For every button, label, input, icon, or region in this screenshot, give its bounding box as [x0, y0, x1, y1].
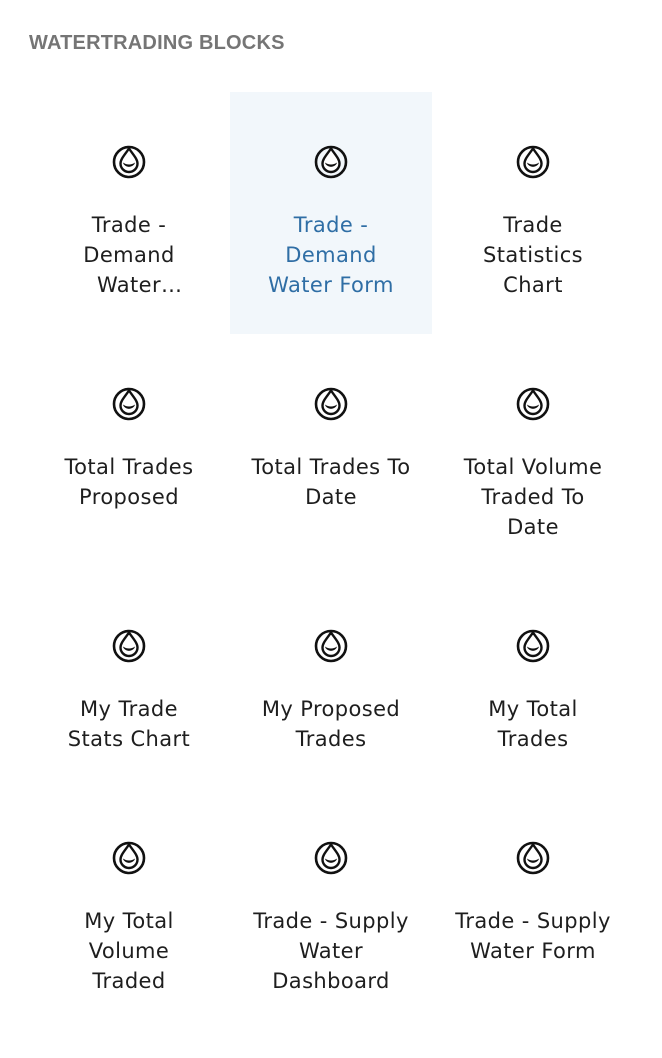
water-drop-icon	[311, 382, 351, 422]
water-drop-icon	[513, 836, 553, 876]
section-title: WATERTRADING BLOCKS	[29, 32, 285, 54]
block-label: Trade - Demand Water Dashboard	[83, 213, 175, 297]
water-drop-icon	[109, 140, 149, 180]
block-item-total-trades-proposed[interactable]: Total Trades Proposed	[28, 334, 230, 576]
block-label: Total Volume Traded To Date	[463, 455, 603, 539]
block-item-my-trade-stats-chart[interactable]: My Trade Stats Chart	[28, 576, 230, 788]
water-drop-icon	[109, 382, 149, 422]
block-item-my-proposed-trades[interactable]: My Proposed Trades	[230, 576, 432, 788]
block-item-total-trades-to-date[interactable]: Total Trades To Date	[230, 334, 432, 576]
water-drop-icon	[109, 624, 149, 664]
block-label: Trade Statistics Chart	[483, 213, 583, 297]
block-label: Total Trades Proposed	[64, 455, 194, 509]
block-item-trade-demand-water-form[interactable]: Trade - Demand Water Form	[230, 92, 432, 334]
block-label: Trade - Supply Water Form	[455, 909, 611, 963]
block-label: My Trade Stats Chart	[67, 697, 191, 751]
block-label: My Total Trades	[488, 697, 578, 751]
block-inserter-panel: WATERTRADING BLOCKS Trade - Demand Water…	[0, 0, 662, 1058]
water-drop-icon	[311, 140, 351, 180]
block-item-trade-supply-water-dashboard[interactable]: Trade - Supply Water Dashboard	[230, 788, 432, 1030]
water-drop-icon	[109, 836, 149, 876]
block-label: Trade - Supply Water Dashboard	[253, 909, 409, 993]
block-item-trade-supply-water-form[interactable]: Trade - Supply Water Form	[432, 788, 634, 1030]
water-drop-icon	[513, 382, 553, 422]
water-drop-icon	[513, 140, 553, 180]
water-drop-icon	[311, 624, 351, 664]
block-label: My Proposed Trades	[261, 697, 401, 751]
block-item-trade-statistics-chart[interactable]: Trade Statistics Chart	[432, 92, 634, 334]
water-drop-icon	[311, 836, 351, 876]
block-label: Total Trades To Date	[251, 455, 411, 509]
block-item-my-total-volume-traded[interactable]: My Total Volume Traded	[28, 788, 230, 1030]
block-item-trade-demand-water-dashboard[interactable]: Trade - Demand Water Dashboard	[28, 92, 230, 334]
block-item-my-total-trades[interactable]: My Total Trades	[432, 576, 634, 788]
block-label: My Total Volume Traded	[84, 909, 174, 993]
block-item-total-volume-traded-to-date[interactable]: Total Volume Traded To Date	[432, 334, 634, 576]
water-drop-icon	[513, 624, 553, 664]
block-label: Trade - Demand Water Form	[268, 213, 394, 297]
